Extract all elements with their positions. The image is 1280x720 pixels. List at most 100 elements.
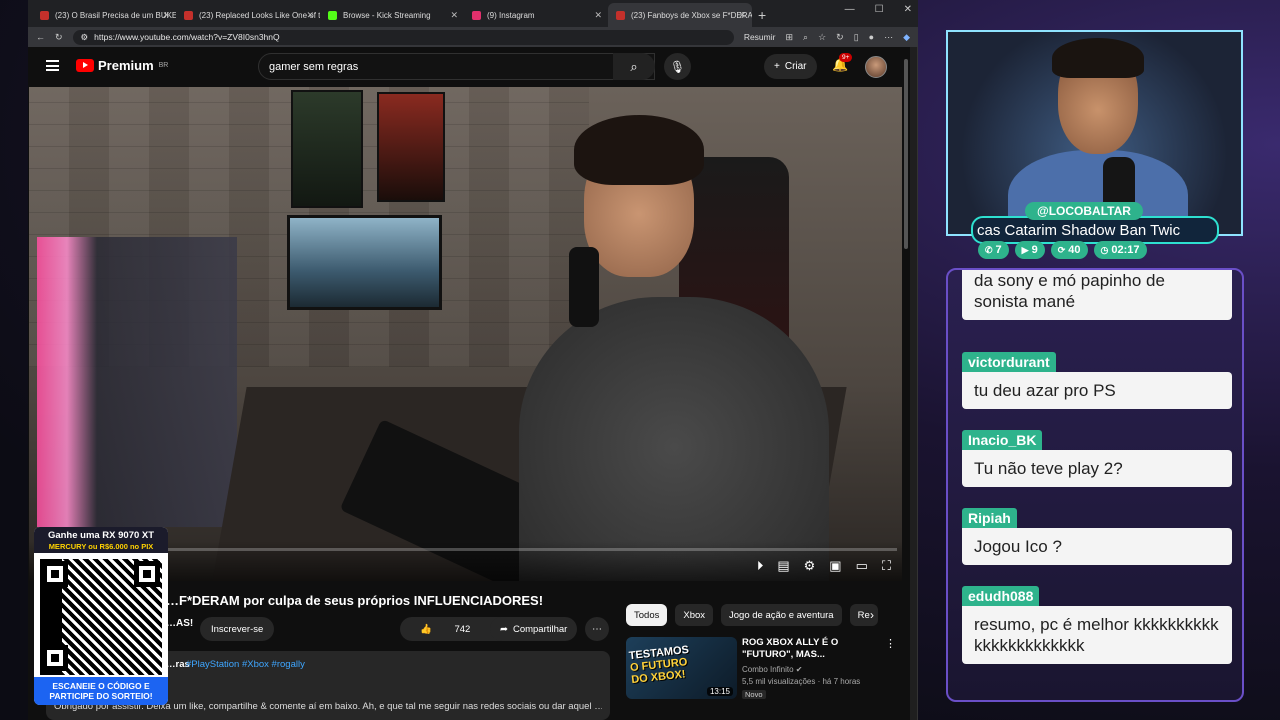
qr-finder	[42, 561, 68, 587]
streamer-handle: @LOCOBALTAR	[1025, 202, 1143, 220]
youtube-header: PremiumBR gamer sem regras✕ ⌕ 🎙 +Criar 🔔…	[28, 47, 910, 87]
plus-icon: +	[774, 61, 780, 72]
qr-finder	[42, 645, 68, 671]
close-tab-icon[interactable]: ✕	[450, 10, 458, 21]
voice-search-button[interactable]: 🎙	[664, 53, 691, 80]
summarize-button[interactable]: Resumir	[744, 32, 776, 42]
clock-icon: ◷	[1100, 244, 1109, 255]
chat-message: Ripiah Jogou Ico ?	[962, 508, 1232, 565]
zoom-icon[interactable]: ⌕	[803, 32, 808, 43]
chat-message-text: da sony e mó papinho de sonista mané	[962, 270, 1232, 320]
giveaway-footer-line: PARTICIPE DO SORTEIO!	[49, 691, 153, 701]
video-poster	[291, 90, 363, 208]
chat-message: Inacio_BK Tu não teve play 2?	[962, 430, 1232, 487]
minimize-icon[interactable]: —	[845, 4, 855, 15]
giveaway-footer-line: ESCANEIE O CÓDIGO E	[52, 681, 150, 691]
search-input[interactable]: gamer sem regras✕	[258, 53, 655, 80]
split-view-icon[interactable]: ▯	[854, 32, 859, 43]
recommended-video[interactable]: TESTAMOS O FUTURO DO XBOX! 13:15 ROG XBOX …	[626, 637, 896, 701]
player-control-buttons: ⏵ ▤ ⚙ ▣ ▭ ⛶	[757, 558, 891, 574]
fullscreen-icon[interactable]: ⛶	[882, 558, 891, 574]
chip-all[interactable]: Todos	[626, 604, 668, 626]
like-button[interactable]: 👍 742	[400, 624, 490, 635]
webcam-hair	[1052, 38, 1144, 78]
browser-tab-active[interactable]: (23) Fanboys de Xbox se F*DERAM ✕	[608, 3, 752, 27]
recommended-channel[interactable]: Combo Infinito ✔	[742, 665, 803, 674]
more-actions-button[interactable]: ⋯	[585, 617, 609, 641]
giveaway-subline: MERCURY ou R$6.000 no PIX	[48, 542, 154, 551]
search-button[interactable]: ⌕	[613, 53, 655, 80]
notifications-button[interactable]: 🔔 9+	[832, 53, 853, 73]
close-tab-icon[interactable]: ✕	[162, 10, 170, 21]
filter-chips: Todos Xbox Jogo de ação e aventura Re	[626, 604, 878, 626]
chat-message: victordurant tu deu azar pro PS	[962, 352, 1232, 409]
chevron-right-icon[interactable]: ›	[870, 608, 874, 622]
scrollbar-thumb[interactable]	[904, 59, 908, 249]
hamburger-menu-icon[interactable]	[46, 60, 59, 71]
stat-badge: ⟳ 40	[1050, 241, 1088, 259]
captions-icon[interactable]: ▤	[777, 558, 789, 574]
kebab-menu-icon[interactable]: ⋮	[885, 637, 896, 650]
close-tab-icon[interactable]: ✕	[594, 10, 602, 21]
url-field[interactable]: ⚙ https://www.youtube.com/watch?v=ZV8I0sn…	[72, 29, 734, 45]
notification-badge: 9+	[839, 53, 853, 62]
back-icon[interactable]: ←	[36, 32, 45, 42]
recommended-title[interactable]: ROG XBOX ALLY É O "FUTURO", MAS...	[742, 637, 882, 661]
phone-icon: ✆	[985, 244, 993, 255]
miniplayer-icon[interactable]: ▣	[829, 558, 841, 574]
youtube-logo[interactable]: Premium BR	[76, 58, 168, 73]
channel-name[interactable]: …AS!	[166, 618, 193, 629]
youtube-favicon-icon	[184, 10, 193, 20]
giveaway-headline: Ganhe uma RX 9070 XT	[47, 530, 155, 541]
stream-chat: da sony e mó papinho de sonista mané vic…	[946, 268, 1244, 702]
stat-badge: ◷ 02:17	[1093, 241, 1147, 259]
theater-mode-icon[interactable]: ▭	[856, 558, 868, 574]
video-host	[519, 107, 829, 581]
close-window-icon[interactable]: ✕	[904, 4, 912, 15]
profile-icon[interactable]: ●	[869, 32, 874, 42]
settings-gear-icon[interactable]: ⚙	[804, 558, 816, 574]
refresh-extension-icon[interactable]: ↻	[836, 32, 844, 43]
reload-icon[interactable]: ↻	[55, 32, 63, 43]
scrolling-ticker: cas Catarim Shadow Ban Twic	[971, 216, 1219, 244]
giveaway-qr-overlay: Ganhe uma RX 9070 XT MERCURY ou R$6.000 n…	[34, 527, 168, 705]
search-icon: ⌕	[630, 58, 638, 74]
microphone-icon: 🎙	[669, 59, 686, 74]
progress-bar[interactable]	[41, 548, 897, 551]
site-info-icon[interactable]: ⚙	[81, 32, 89, 43]
ticker-text: cas Catarim Shadow Ban Twic	[977, 221, 1181, 239]
browser-tab[interactable]: Browse - Kick Streaming ✕	[320, 3, 464, 27]
qr-finder	[134, 561, 160, 587]
stat-badge: ✆ 7	[978, 241, 1009, 259]
share-icon: ➦	[500, 623, 508, 635]
new-tab-icon[interactable]: +	[758, 3, 766, 27]
chip-action-adventure[interactable]: Jogo de ação e aventura	[721, 604, 842, 626]
chip-xbox[interactable]: Xbox	[675, 604, 714, 626]
stat-badge: ▶ 9	[1014, 241, 1045, 259]
account-avatar[interactable]	[865, 56, 887, 78]
share-button[interactable]: ➦ Compartilhar	[490, 617, 578, 641]
page-scrollbar[interactable]	[902, 47, 910, 720]
copilot-icon[interactable]: ◆	[903, 32, 910, 43]
browser-tab[interactable]: (23) Replaced Looks Like One of t… ✕	[176, 3, 320, 27]
browser-tab[interactable]: (9) Instagram ✕	[464, 3, 608, 27]
tab-strip: (23) O Brasil Precisa de um BUKE… ✕ (23) …	[28, 0, 918, 27]
subscribe-button[interactable]: Inscrever-se	[200, 617, 275, 641]
more-menu-icon[interactable]: ⋯	[884, 32, 893, 43]
chat-message-text: tu deu azar pro PS	[962, 372, 1232, 409]
close-tab-icon[interactable]: ✕	[306, 10, 314, 21]
bookmark-star-icon[interactable]: ☆	[818, 32, 826, 43]
create-button[interactable]: + Criar	[764, 54, 817, 79]
video-thumbnail[interactable]: TESTAMOS O FUTURO DO XBOX! 13:15	[626, 637, 737, 699]
hashtags[interactable]: #PlayStation #Xbox #rogally	[186, 659, 305, 670]
stream-stats: ✆ 7 ▶ 9 ⟳ 40 ◷ 02:17	[978, 241, 1147, 259]
extension-icon[interactable]: ⊞	[785, 32, 793, 43]
duration-badge: 13:15	[706, 687, 733, 696]
youtube-favicon-icon	[40, 10, 49, 20]
maximize-icon[interactable]: ☐	[875, 4, 884, 15]
browser-tab[interactable]: (23) O Brasil Precisa de um BUKE… ✕	[32, 3, 176, 27]
address-bar-row: ← ↻ ⚙ https://www.youtube.com/watch?v=ZV8…	[28, 27, 918, 47]
close-tab-icon[interactable]: ✕	[738, 10, 746, 21]
video-player[interactable]: ⏵ ▤ ⚙ ▣ ▭ ⛶	[29, 87, 907, 581]
autoplay-toggle-icon[interactable]: ⏵	[757, 558, 764, 574]
